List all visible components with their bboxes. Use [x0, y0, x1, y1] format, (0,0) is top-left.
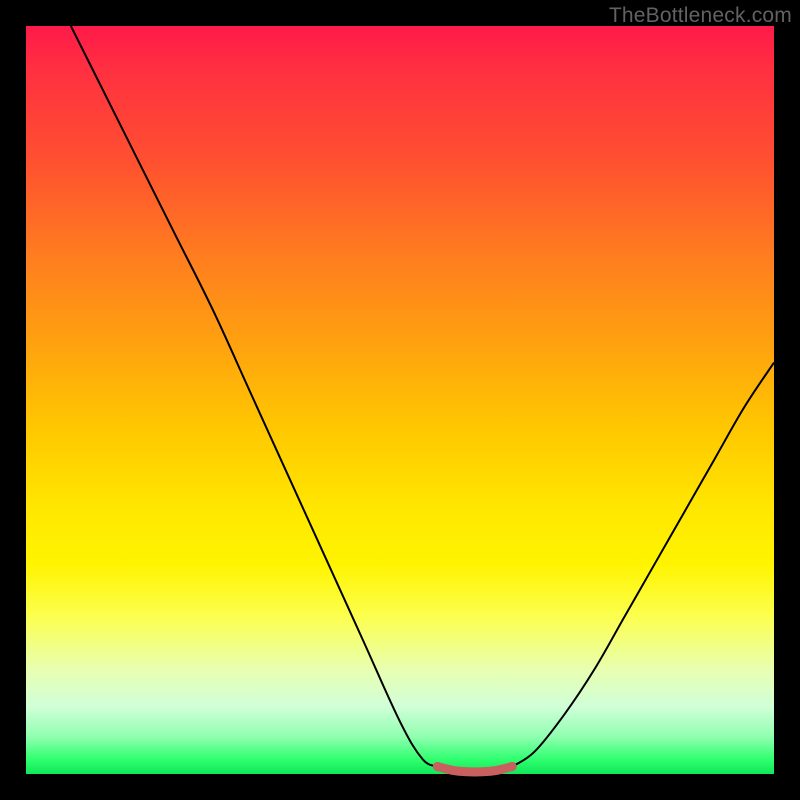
- chart-svg: [26, 26, 774, 774]
- left-branch: [71, 26, 438, 767]
- plot-area: [26, 26, 774, 774]
- watermark-text: TheBottleneck.com: [609, 4, 792, 28]
- right-branch: [512, 363, 774, 767]
- bottom-flat-segment: [437, 767, 512, 772]
- flat-segment-endcap: [508, 762, 517, 771]
- chart-container: TheBottleneck.com: [0, 0, 800, 800]
- curve-group: [71, 26, 774, 772]
- flat-segment-endcap: [433, 762, 442, 771]
